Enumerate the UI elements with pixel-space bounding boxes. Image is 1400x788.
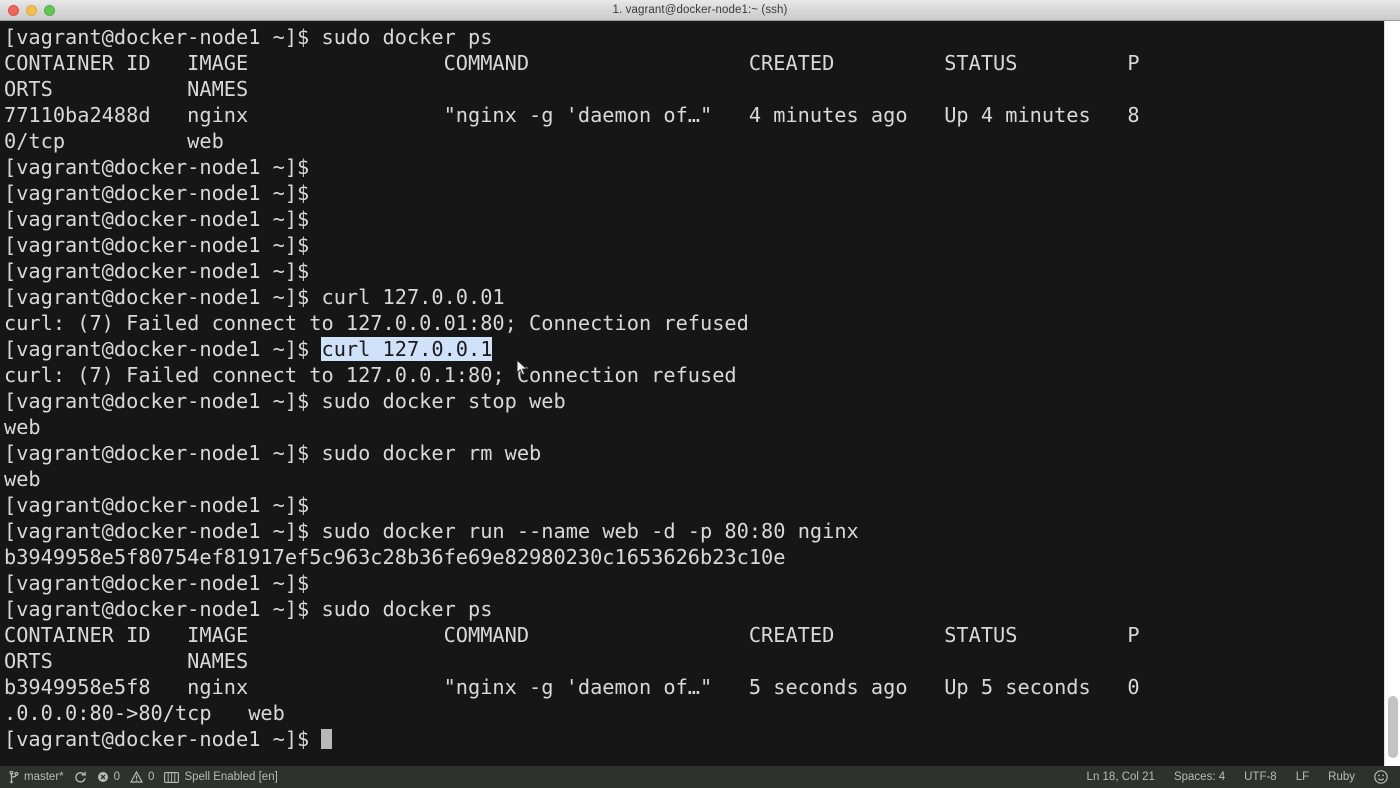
terminal-command-line: [vagrant@docker-node1 ~]$ (4, 180, 1400, 206)
status-bar: master* 0 0 Spell Enabled [en] Ln 18, Co… (0, 766, 1400, 788)
terminal-viewport[interactable]: [vagrant@docker-node1 ~]$ sudo docker ps… (0, 21, 1400, 766)
terminal-output-line: ORTS NAMES (4, 77, 249, 101)
terminal-command-line: [vagrant@docker-node1 ~]$ curl 127.0.0.1 (4, 336, 1400, 362)
terminal-output-line: CONTAINER ID IMAGE COMMAND CREATED STATU… (4, 51, 1140, 75)
terminal-command-line: [vagrant@docker-node1 ~]$ sudo docker ps (4, 596, 1400, 622)
command-text: sudo docker ps (321, 597, 493, 621)
shell-prompt: [vagrant@docker-node1 ~]$ (4, 389, 322, 413)
terminal-command-line: [vagrant@docker-node1 ~]$ (4, 232, 1400, 258)
terminal-output-line: 77110ba2488d nginx "nginx -g 'daemon of…… (4, 103, 1140, 127)
shell-prompt: [vagrant@docker-node1 ~]$ (4, 493, 322, 517)
scrollbar-thumb[interactable] (1388, 696, 1398, 758)
window-controls (8, 5, 55, 16)
shell-prompt: [vagrant@docker-node1 ~]$ (4, 285, 322, 309)
status-encoding[interactable]: UTF-8 (1244, 771, 1277, 783)
shell-prompt: [vagrant@docker-node1 ~]$ (4, 25, 322, 49)
status-sync[interactable] (74, 771, 87, 784)
window-titlebar[interactable]: 1. vagrant@docker-node1:~ (ssh) (0, 0, 1400, 21)
terminal-command-line: [vagrant@docker-node1 ~]$ (4, 726, 1400, 752)
selected-command-text[interactable]: curl 127.0.0.1 (321, 337, 493, 361)
shell-prompt: [vagrant@docker-node1 ~]$ (4, 727, 322, 751)
shell-prompt: [vagrant@docker-node1 ~]$ (4, 155, 322, 179)
terminal-output-line: CONTAINER ID IMAGE COMMAND CREATED STATU… (4, 623, 1140, 647)
command-text: sudo docker rm web (321, 441, 542, 465)
command-text: curl 127.0.0.01 (321, 285, 505, 309)
shell-prompt: [vagrant@docker-node1 ~]$ (4, 597, 322, 621)
vertical-scrollbar[interactable] (1384, 21, 1400, 766)
terminal-output-line: b3949958e5f8 nginx "nginx -g 'daemon of…… (4, 675, 1140, 699)
terminal-window: 1. vagrant@docker-node1:~ (ssh) [vagrant… (0, 0, 1400, 788)
command-text: sudo docker ps (321, 25, 493, 49)
status-spell[interactable]: Spell Enabled [en] (164, 771, 278, 783)
zoom-button[interactable] (44, 5, 55, 16)
shell-prompt: [vagrant@docker-node1 ~]$ (4, 181, 322, 205)
terminal-command-line: [vagrant@docker-node1 ~]$ (4, 258, 1400, 284)
terminal-output-line: 0/tcp web (4, 129, 224, 153)
status-branch-label: master* (24, 771, 64, 783)
git-branch-icon (9, 770, 19, 784)
window-title: 1. vagrant@docker-node1:~ (ssh) (612, 4, 788, 16)
shell-prompt: [vagrant@docker-node1 ~]$ (4, 337, 322, 361)
status-error-count: 0 (113, 771, 121, 783)
minimize-button[interactable] (26, 5, 37, 16)
terminal-output-line: web (4, 415, 41, 439)
terminal-command-line: [vagrant@docker-node1 ~]$ (4, 570, 1400, 596)
shell-prompt: [vagrant@docker-node1 ~]$ (4, 207, 322, 231)
terminal-command-line: [vagrant@docker-node1 ~]$ curl 127.0.0.0… (4, 284, 1400, 310)
refresh-icon (74, 771, 87, 784)
status-line-col[interactable]: Ln 18, Col 21 (1087, 771, 1155, 783)
terminal-output-line: curl: (7) Failed connect to 127.0.0.01:8… (4, 311, 749, 335)
command-text: sudo docker run --name web -d -p 80:80 n… (321, 519, 859, 543)
command-text: sudo docker stop web (321, 389, 566, 413)
shell-prompt: [vagrant@docker-node1 ~]$ (4, 571, 322, 595)
terminal-output-line: web (4, 467, 41, 491)
terminal-command-line: [vagrant@docker-node1 ~]$ (4, 206, 1400, 232)
status-errors[interactable]: 0 (97, 771, 120, 783)
smiley-icon[interactable] (1374, 770, 1388, 784)
terminal-output-line: ORTS NAMES (4, 649, 249, 673)
shell-prompt: [vagrant@docker-node1 ~]$ (4, 233, 322, 257)
terminal-command-line: [vagrant@docker-node1 ~]$ (4, 154, 1400, 180)
status-git-branch[interactable]: master* (9, 770, 64, 784)
status-warnings[interactable]: 0 (130, 771, 154, 783)
terminal-output-line: b3949958e5f80754ef81917ef5c963c28b36fe69… (4, 545, 786, 569)
warning-triangle-icon (130, 771, 144, 783)
terminal-command-line: [vagrant@docker-node1 ~]$ sudo docker ps (4, 24, 1400, 50)
terminal-output[interactable]: [vagrant@docker-node1 ~]$ sudo docker ps… (0, 21, 1400, 752)
status-spell-label: Spell Enabled [en] (184, 771, 278, 783)
spell-check-icon (164, 771, 180, 783)
terminal-command-line: [vagrant@docker-node1 ~]$ sudo docker st… (4, 388, 1400, 414)
error-circle-icon (97, 771, 109, 783)
block-cursor (321, 729, 333, 749)
terminal-command-line: [vagrant@docker-node1 ~]$ (4, 492, 1400, 518)
terminal-command-line: [vagrant@docker-node1 ~]$ sudo docker rm… (4, 440, 1400, 466)
close-button[interactable] (8, 5, 19, 16)
terminal-command-line: [vagrant@docker-node1 ~]$ sudo docker ru… (4, 518, 1400, 544)
status-indentation[interactable]: Spaces: 4 (1174, 771, 1225, 783)
shell-prompt: [vagrant@docker-node1 ~]$ (4, 519, 322, 543)
status-line-ending[interactable]: LF (1296, 771, 1309, 783)
terminal-output-line: .0.0.0:80->80/tcp web (4, 701, 285, 725)
status-language[interactable]: Ruby (1328, 771, 1355, 783)
terminal-output-line: curl: (7) Failed connect to 127.0.0.1:80… (4, 363, 737, 387)
status-warning-count: 0 (148, 771, 155, 783)
shell-prompt: [vagrant@docker-node1 ~]$ (4, 441, 322, 465)
shell-prompt: [vagrant@docker-node1 ~]$ (4, 259, 322, 283)
